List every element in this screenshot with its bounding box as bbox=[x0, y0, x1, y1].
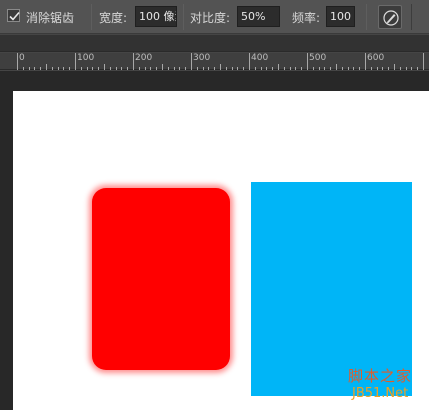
ruler-label: 300 bbox=[193, 53, 211, 63]
divider bbox=[183, 4, 184, 30]
ruler-label: 500 bbox=[309, 53, 327, 63]
divider bbox=[411, 4, 412, 30]
ruler-label: 600 bbox=[367, 53, 385, 63]
ruler-ticks bbox=[17, 53, 424, 70]
options-bar: 消除锯齿 宽度: 100 像素 对比度: 50% 频率: 100 bbox=[0, 0, 429, 34]
contrast-input[interactable]: 50% bbox=[237, 6, 280, 27]
ruler-label: 0 bbox=[19, 53, 25, 63]
work-area[interactable] bbox=[0, 71, 429, 410]
divider bbox=[366, 4, 367, 30]
red-rectangle-halftone[interactable] bbox=[86, 182, 236, 376]
ruler-label: 100 bbox=[77, 53, 95, 63]
ruler-label: 200 bbox=[135, 53, 153, 63]
blue-rectangle[interactable] bbox=[251, 182, 412, 396]
frequency-input[interactable]: 100 bbox=[326, 6, 355, 27]
frequency-label: 频率: bbox=[292, 11, 321, 25]
antialias-label: 消除锯齿 bbox=[26, 11, 75, 25]
divider bbox=[91, 4, 92, 30]
pen-pressure-icon bbox=[383, 10, 399, 26]
watermark-text-en: JB51.Net bbox=[352, 386, 409, 401]
ruler-label: 400 bbox=[251, 53, 269, 63]
antialias-checkbox[interactable] bbox=[7, 9, 20, 22]
width-label: 宽度: bbox=[99, 11, 128, 25]
checkmark-icon bbox=[9, 11, 20, 21]
document-canvas[interactable] bbox=[13, 91, 429, 410]
pen-pressure-button[interactable] bbox=[378, 5, 402, 29]
width-input[interactable]: 100 像素 bbox=[135, 6, 177, 27]
document-tab-strip bbox=[0, 35, 429, 52]
horizontal-ruler[interactable]: 0 100 200 300 400 500 600 bbox=[0, 53, 429, 70]
contrast-label: 对比度: bbox=[190, 11, 231, 25]
watermark-text-cn: 脚本之家 bbox=[348, 367, 413, 385]
